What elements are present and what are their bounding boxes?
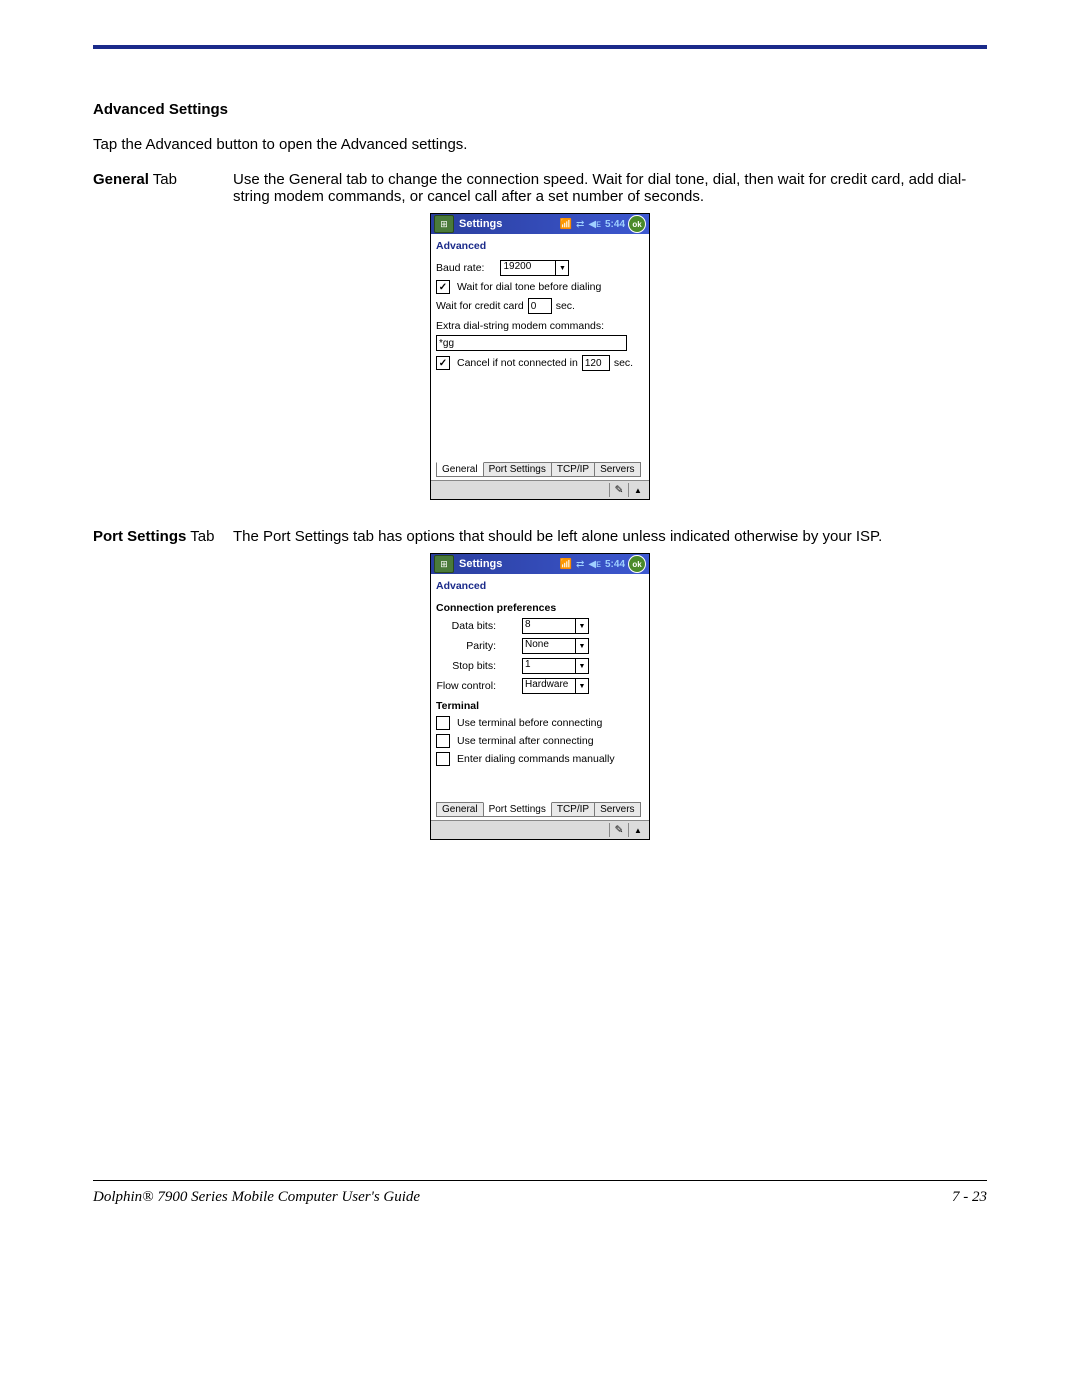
tab-servers[interactable]: Servers	[594, 802, 640, 817]
page-number: 7 - 23	[952, 1189, 987, 1206]
flow-control-label: Flow control:	[436, 680, 496, 692]
general-tab-screenshot: ⊞ Settings 📶 ⇄ ◀ᴇ 5:44 ok Advanced Baud …	[430, 213, 650, 500]
pencil-icon: ✎	[615, 484, 624, 496]
terminal-after-label: Use terminal after connecting	[457, 735, 594, 747]
keyboard-icon[interactable]: ✎	[609, 823, 628, 837]
flow-control-dropdown[interactable]: Hardware▼	[522, 678, 589, 694]
tabs-bar: General Port Settings TCP/IP Servers	[436, 458, 644, 477]
connectivity-icon: ⇄	[576, 559, 584, 570]
ok-button[interactable]: ok	[628, 555, 646, 573]
connection-preferences-heading: Connection preferences	[436, 602, 644, 614]
volume-icon: ◀ᴇ	[588, 559, 601, 570]
dialing-manual-checkbox[interactable]	[436, 752, 450, 766]
window-title: Settings	[459, 218, 502, 230]
dialing-manual-label: Enter dialing commands manually	[457, 753, 615, 765]
cancel-checkbox[interactable]	[436, 356, 450, 370]
tab-general[interactable]: General	[436, 462, 484, 477]
data-bits-dropdown[interactable]: 8▼	[522, 618, 589, 634]
ok-button[interactable]: ok	[628, 215, 646, 233]
clock: 5:44	[605, 559, 625, 570]
terminal-before-checkbox[interactable]	[436, 716, 450, 730]
port-settings-description: The Port Settings tab has options that s…	[233, 528, 987, 545]
chevron-up-icon	[634, 484, 642, 496]
chevron-down-icon: ▼	[575, 658, 589, 674]
section-heading: Advanced Settings	[93, 101, 987, 118]
terminal-after-checkbox[interactable]	[436, 734, 450, 748]
tab-port-settings[interactable]: Port Settings	[483, 802, 552, 817]
signal-icon: 📶	[560, 559, 572, 570]
top-rule	[93, 45, 987, 49]
start-button[interactable]: ⊞	[434, 215, 454, 233]
start-button[interactable]: ⊞	[434, 555, 454, 573]
sec-label-2: sec.	[614, 357, 633, 369]
wait-credit-input[interactable]	[528, 298, 552, 314]
wait-credit-label: Wait for credit card	[436, 300, 524, 312]
data-bits-label: Data bits:	[436, 620, 496, 632]
extra-commands-label: Extra dial-string modem commands:	[436, 320, 604, 332]
tabs-bar: General Port Settings TCP/IP Servers	[436, 798, 644, 817]
wait-dial-tone-label: Wait for dial tone before dialing	[457, 281, 601, 293]
advanced-heading: Advanced	[436, 580, 644, 592]
volume-icon: ◀ᴇ	[588, 219, 601, 230]
tab-tcpip[interactable]: TCP/IP	[551, 462, 595, 477]
chevron-down-icon: ▼	[575, 678, 589, 694]
advanced-heading: Advanced	[436, 240, 644, 252]
stop-bits-label: Stop bits:	[436, 660, 496, 672]
cancel-seconds-input[interactable]	[582, 355, 610, 371]
tab-tcpip[interactable]: TCP/IP	[551, 802, 595, 817]
pencil-icon: ✎	[615, 824, 624, 836]
port-settings-screenshot: ⊞ Settings 📶 ⇄ ◀ᴇ 5:44 ok Advanced Conne…	[430, 553, 650, 840]
tab-general[interactable]: General	[436, 802, 484, 817]
chevron-down-icon: ▼	[555, 260, 569, 276]
cancel-label: Cancel if not connected in	[457, 357, 578, 369]
windows-flag-icon: ⊞	[440, 560, 448, 569]
sec-label: sec.	[556, 300, 575, 312]
chevron-up-icon	[634, 824, 642, 836]
tab-port-settings[interactable]: Port Settings	[483, 462, 552, 477]
baud-rate-dropdown[interactable]: 19200 ▼	[500, 260, 569, 276]
parity-dropdown[interactable]: None▼	[522, 638, 589, 654]
parity-label: Parity:	[436, 640, 496, 652]
general-tab-label: General Tab	[93, 171, 233, 205]
windows-flag-icon: ⊞	[440, 220, 448, 229]
connectivity-icon: ⇄	[576, 219, 584, 230]
baud-rate-label: Baud rate:	[436, 262, 484, 274]
stop-bits-dropdown[interactable]: 1▼	[522, 658, 589, 674]
signal-icon: 📶	[560, 219, 572, 230]
intro-paragraph: Tap the Advanced button to open the Adva…	[93, 136, 987, 153]
clock: 5:44	[605, 219, 625, 230]
port-settings-tab-label: Port Settings Tab	[93, 528, 233, 545]
footer-title: Dolphin® 7900 Series Mobile Computer Use…	[93, 1189, 420, 1206]
extra-commands-input[interactable]	[436, 335, 627, 351]
chevron-down-icon: ▼	[575, 618, 589, 634]
sip-arrow[interactable]	[628, 823, 647, 837]
terminal-before-label: Use terminal before connecting	[457, 717, 602, 729]
terminal-heading: Terminal	[436, 700, 644, 712]
window-title: Settings	[459, 558, 502, 570]
keyboard-icon[interactable]: ✎	[609, 483, 628, 497]
chevron-down-icon: ▼	[575, 638, 589, 654]
general-tab-description: Use the General tab to change the connec…	[233, 171, 987, 205]
wait-dial-tone-checkbox[interactable]	[436, 280, 450, 294]
sip-arrow[interactable]	[628, 483, 647, 497]
tab-servers[interactable]: Servers	[594, 462, 640, 477]
